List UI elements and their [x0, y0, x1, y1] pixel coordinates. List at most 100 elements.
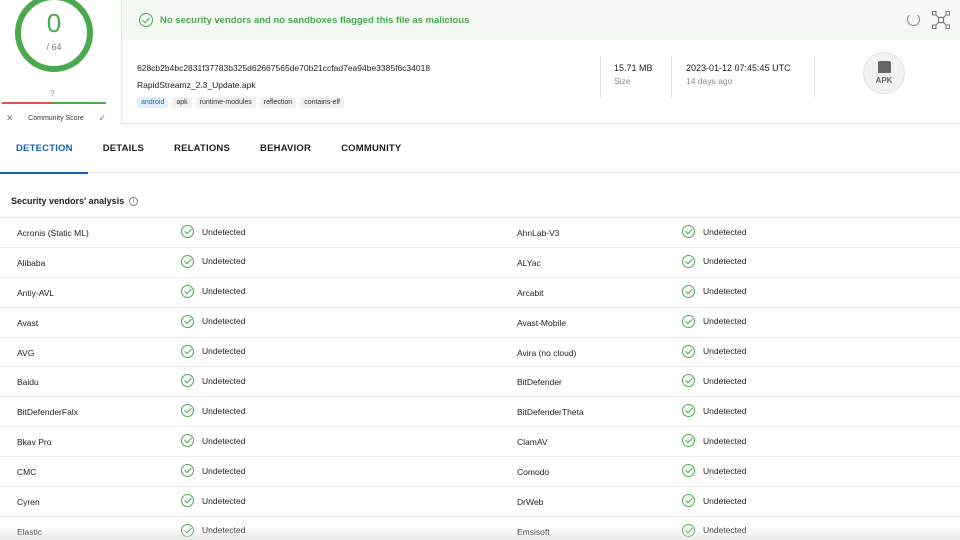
vendor-name: Baidu [17, 377, 39, 388]
tab-relations[interactable]: RELATIONS [159, 125, 245, 173]
vendor-name: Avast-Mobile [517, 317, 566, 328]
vote-harmless-icon[interactable]: ✓ [98, 113, 106, 124]
vendor-name: CMC [17, 467, 37, 478]
tag[interactable]: apk [172, 97, 192, 108]
file-type-label: APK [875, 76, 893, 85]
vendor-name: ClamAV [517, 437, 548, 448]
detection-total: / 64 [46, 42, 62, 52]
vendor-result-text: Undetected [202, 495, 246, 506]
check-circle-icon [181, 374, 194, 388]
graph-icon[interactable] [932, 11, 950, 29]
tab-behavior[interactable]: BEHAVIOR [245, 125, 326, 173]
vendor-result: Undetected [181, 314, 246, 328]
file-hash[interactable]: 628cb2b4bc2831f37783b325d62667565de70b21… [137, 63, 430, 73]
community-score-bar-positive [52, 102, 106, 104]
vendor-result-text: Undetected [703, 286, 747, 297]
vendor-result: Undetected [682, 464, 746, 478]
analysis-date-relative: 14 days ago [686, 76, 733, 86]
vendor-name: Cyren [17, 497, 40, 508]
vendors-analysis-title: Security vendors' analysis [11, 196, 125, 206]
vendor-table: Acronis (Static ML) Undetected AhnLab-V3 Un… [0, 217, 960, 540]
table-row: AVG Undetected Avira (no cloud) Undetected [0, 338, 960, 368]
section-title: Security vendors' analysis i [11, 196, 139, 206]
community-score-bar-negative [2, 102, 52, 104]
tab-detection[interactable]: DETECTION [0, 125, 88, 174]
vendor-result: Undetected [181, 225, 245, 238]
vendor-name: Avira (no cloud) [517, 347, 577, 358]
check-circle-icon [682, 404, 695, 418]
vote-malicious-icon[interactable]: ✕ [6, 113, 14, 124]
vendor-result-text: Undetected [703, 346, 747, 357]
vendor-result-text: Undetected [202, 316, 246, 327]
tab-community[interactable]: COMMUNITY [326, 125, 416, 173]
check-circle-icon [181, 494, 194, 508]
table-row: Bkav Pro Undetected ClamAV Undetected [0, 427, 960, 458]
check-circle-icon [181, 225, 194, 238]
table-row: Baidu Undetected BitDefender Undetected [0, 367, 960, 398]
vendor-result: Undetected [181, 284, 245, 298]
vendor-result: Undetected [682, 404, 746, 418]
community-score-value: ? [50, 89, 55, 98]
android-icon [878, 61, 891, 73]
tag[interactable]: runtime-modules [195, 97, 256, 108]
check-circle-icon [682, 314, 695, 328]
tag[interactable]: reflection [259, 97, 297, 108]
vendor-result: Undetected [682, 344, 747, 358]
vendor-name: ALYac [517, 257, 541, 268]
table-row: Acronis (Static ML) Undetected AhnLab-V3 Un… [0, 218, 960, 248]
vendor-name: AhnLab-V3 [517, 228, 560, 238]
scroll-fade [0, 526, 960, 540]
file-size-label: Size [614, 76, 631, 86]
vendor-result: Undetected [682, 254, 747, 268]
table-row: Antiy-AVL Undetected Arcabit Undetected [0, 278, 960, 308]
check-circle-icon [181, 254, 194, 268]
divider [600, 56, 601, 98]
vendor-result: Undetected [181, 344, 245, 358]
tag[interactable]: contains-elf [300, 97, 344, 108]
vendor-name: BitDefender [517, 377, 562, 388]
status-banner: No security vendors and no sandboxes fla… [121, 0, 960, 40]
vendor-name: Bkav Pro [17, 437, 52, 448]
vendor-result-text: Undetected [202, 435, 246, 446]
vendor-result-text: Undetected [202, 226, 246, 237]
vendor-result: Undetected [682, 314, 747, 328]
check-circle-icon [682, 434, 695, 448]
reload-icon[interactable] [907, 13, 920, 26]
vendor-result: Undetected [181, 374, 245, 388]
community-score-row: ✕ Community Score ✓ [6, 112, 106, 124]
table-row: CMC Undetected Comodo Undetected [0, 457, 960, 488]
vendor-result: Undetected [181, 464, 246, 478]
vendor-name: BitDefenderFalx [17, 407, 78, 418]
vendor-name: Acronis (Static ML) [17, 228, 89, 238]
check-circle-icon [139, 13, 153, 27]
android-apk-icon: APK [863, 52, 905, 94]
check-circle-icon [682, 494, 695, 508]
score-panel: 0 / 64 ? ✕ Community Score ✓ [0, 0, 120, 125]
table-row: Cyren Undetected DrWeb Undetected [0, 487, 960, 517]
file-size-value: 15.71 MB [614, 63, 653, 73]
vendor-name: AVG [17, 347, 35, 358]
status-banner-text: No security vendors and no sandboxes fla… [160, 14, 470, 26]
vendor-result-text: Undetected [703, 256, 747, 267]
vendor-result-text: Undetected [202, 405, 246, 416]
file-name: RapidStreamz_2.3_Update.apk [137, 80, 256, 90]
analysis-date-value: 2023-01-12 07:45:45 UTC [686, 63, 791, 73]
info-icon[interactable]: i [129, 196, 139, 206]
vendor-result: Undetected [181, 494, 246, 508]
vendor-name: Alibaba [17, 257, 46, 268]
vendor-name: Arcabit [517, 287, 544, 298]
vendor-result-text: Undetected [703, 316, 747, 327]
vendor-result: Undetected [181, 404, 246, 418]
tag[interactable]: android [137, 97, 169, 108]
divider [671, 56, 672, 98]
vendor-result: Undetected [181, 434, 246, 448]
table-row: BitDefenderFalx Undetected BitDefenderThet… [0, 397, 960, 428]
tab-details[interactable]: DETAILS [88, 125, 159, 173]
vendor-result: Undetected [181, 254, 245, 268]
vendor-result-text: Undetected [703, 375, 747, 386]
vendor-result-text: Undetected [703, 495, 747, 506]
file-info-panel: 628cb2b4bc2831f37783b325d62667565de70b21… [121, 40, 960, 124]
vendor-name: Comodo [517, 467, 550, 478]
vendor-result: Undetected [682, 434, 746, 448]
vendor-result-text: Undetected [202, 465, 246, 476]
